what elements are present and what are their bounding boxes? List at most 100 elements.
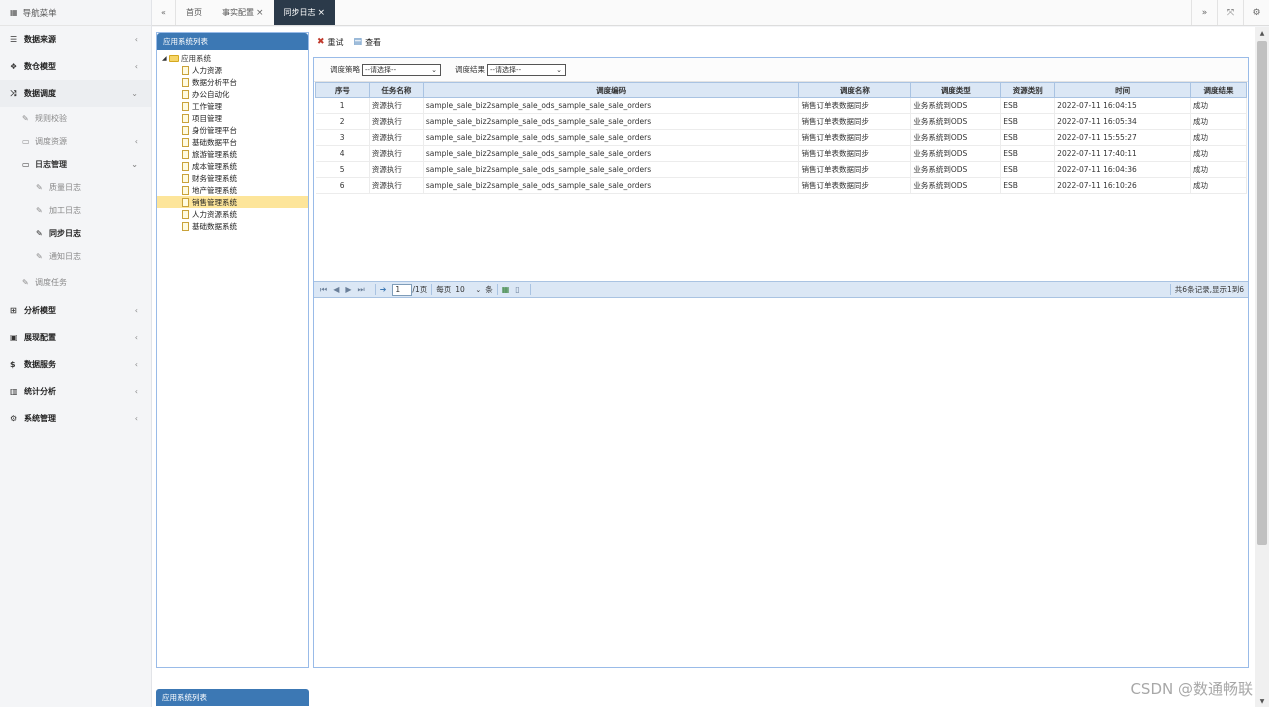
per-page-label: 每页 bbox=[436, 285, 452, 294]
sidebar-item-schedule-task[interactable]: ✎ 调度任务 bbox=[0, 268, 151, 297]
document-icon bbox=[182, 101, 189, 111]
column-header[interactable]: 资源类别 bbox=[1000, 82, 1056, 98]
triangle-down-icon[interactable]: ◢ bbox=[162, 55, 169, 62]
column-header[interactable]: 时间 bbox=[1054, 82, 1192, 98]
sidebar-item-sync-log[interactable]: ✎ 同步日志 bbox=[0, 222, 151, 245]
record-summary: 共6条记录,显示1到6 bbox=[1169, 284, 1248, 295]
tree-leaf[interactable]: 旅游管理系统 bbox=[162, 148, 308, 160]
tree-leaf[interactable]: 身份管理平台 bbox=[162, 124, 308, 136]
column-header[interactable]: 序号 bbox=[315, 82, 370, 98]
first-page-icon[interactable]: ⏮ bbox=[320, 285, 327, 295]
chevron-left-icon: ‹ bbox=[134, 360, 138, 369]
tree-leaf[interactable]: 基础数据平台 bbox=[162, 136, 308, 148]
close-icon[interactable]: × bbox=[318, 8, 326, 18]
tree-leaf-selected[interactable]: 销售管理系统 bbox=[157, 196, 308, 208]
tab-scroll-right-button[interactable]: » bbox=[1191, 0, 1217, 25]
go-arrow-icon[interactable]: ➔ bbox=[380, 285, 387, 294]
tab-home[interactable]: 首页 bbox=[176, 0, 212, 25]
folder-icon: ▭ bbox=[22, 137, 30, 146]
per-page-unit: 条 bbox=[485, 285, 493, 294]
tab-sync-log[interactable]: 同步日志 × bbox=[273, 0, 336, 25]
table-row[interactable]: 5 资源执行 sample_sale_biz2sample_sale_ods_sam… bbox=[315, 161, 1247, 178]
view-button[interactable]: ▤ 查看 bbox=[354, 37, 382, 48]
close-icon[interactable]: × bbox=[256, 8, 264, 18]
tree-root[interactable]: ◢ 应用系统 bbox=[162, 53, 308, 64]
chevron-left-icon: ‹ bbox=[134, 387, 138, 396]
table-row[interactable]: 3 资源执行 sample_sale_biz2sample_sale_ods_sam… bbox=[315, 129, 1247, 146]
cell-resource: ESB bbox=[1000, 129, 1056, 146]
fullscreen-button[interactable]: ⤧ bbox=[1217, 0, 1243, 25]
page-scrollbar[interactable]: ▲ ▼ bbox=[1255, 27, 1269, 707]
tab-fact-config[interactable]: 事实配置 × bbox=[212, 0, 274, 25]
column-header[interactable]: 调度结果 bbox=[1190, 82, 1247, 98]
document-icon bbox=[182, 161, 189, 171]
sidebar-item-analysis-model[interactable]: ⊞ 分析模型 ‹ bbox=[0, 297, 151, 324]
divider bbox=[374, 284, 376, 295]
sidebar-item-data-service[interactable]: $ 数据服务 ‹ bbox=[0, 351, 151, 378]
sidebar-item-warehouse-model[interactable]: ❖ 数仓模型 ‹ bbox=[0, 53, 151, 80]
tree-leaf[interactable]: 项目管理 bbox=[162, 112, 308, 124]
scroll-up-icon[interactable]: ▲ bbox=[1255, 27, 1269, 39]
tree-leaf[interactable]: 人力资源 bbox=[162, 64, 308, 76]
cell-type: 业务系统到ODS bbox=[910, 177, 1002, 194]
tree-leaf[interactable]: 地产管理系统 bbox=[162, 184, 308, 196]
sidebar-item-data-schedule[interactable]: ⤨ 数据调度 ⌄ bbox=[0, 80, 151, 107]
tree-leaf[interactable]: 工作管理 bbox=[162, 100, 308, 112]
table-row[interactable]: 6 资源执行 sample_sale_biz2sample_sale_ods_sam… bbox=[315, 177, 1247, 194]
sidebar-item-quality-log[interactable]: ✎ 质量日志 bbox=[0, 176, 151, 199]
toolbar: ✖ 重试 ▤ 查看 bbox=[313, 32, 1249, 52]
sidebar-item-display-config[interactable]: ▣ 展现配置 ‹ bbox=[0, 324, 151, 351]
cell-result: 成功 bbox=[1190, 145, 1247, 162]
cell-type: 业务系统到ODS bbox=[910, 113, 1002, 130]
cell-name: 销售订单表数据同步 bbox=[798, 161, 912, 178]
page-size-select[interactable]: 10 ⌄ bbox=[453, 284, 483, 296]
table-row[interactable]: 4 资源执行 sample_sale_biz2sample_sale_ods_sam… bbox=[315, 145, 1247, 162]
tree-leaf[interactable]: 数据分析平台 bbox=[162, 76, 308, 88]
document-icon bbox=[182, 125, 189, 135]
chevron-left-icon: ‹ bbox=[134, 137, 138, 146]
tree-leaf[interactable]: 基础数据系统 bbox=[162, 220, 308, 232]
last-page-icon[interactable]: ⏭ bbox=[358, 285, 365, 295]
prev-page-icon[interactable]: ◀ bbox=[333, 285, 339, 294]
sitemap-icon: ⊞ bbox=[10, 306, 17, 315]
cell-type: 业务系统到ODS bbox=[910, 129, 1002, 146]
sidebar-item-notify-log[interactable]: ✎ 通知日志 bbox=[0, 245, 151, 268]
document-icon bbox=[182, 65, 189, 75]
settings-button[interactable]: ⚙ bbox=[1243, 0, 1269, 25]
list-icon: ▤ bbox=[353, 37, 363, 47]
tree-leaf[interactable]: 财务管理系统 bbox=[162, 172, 308, 184]
double-chevron-right-icon: » bbox=[1201, 7, 1208, 18]
column-header[interactable]: 调度编码 bbox=[422, 82, 800, 98]
result-select[interactable]: --请选择-- ⌄ bbox=[487, 63, 566, 76]
cell-result: 成功 bbox=[1190, 113, 1247, 130]
page-number-input[interactable]: 1 bbox=[392, 283, 413, 296]
sidebar-item-process-log[interactable]: ✎ 加工日志 bbox=[0, 199, 151, 222]
folder-icon bbox=[169, 55, 179, 62]
next-page-icon[interactable]: ▶ bbox=[345, 285, 351, 294]
scroll-thumb[interactable] bbox=[1257, 41, 1267, 545]
table-row[interactable]: 2 资源执行 sample_sale_biz2sample_sale_ods_sam… bbox=[315, 113, 1247, 130]
sidebar-item-stat-analysis[interactable]: ▥ 统计分析 ‹ bbox=[0, 378, 151, 405]
column-header[interactable]: 调度类型 bbox=[910, 82, 1002, 98]
tab-scroll-left-button[interactable]: « bbox=[152, 0, 176, 25]
tree-leaf[interactable]: 办公自动化 bbox=[162, 88, 308, 100]
tree-leaf[interactable]: 成本管理系统 bbox=[162, 160, 308, 172]
chevron-down-icon: ⌄ bbox=[131, 89, 138, 98]
scroll-down-icon[interactable]: ▼ bbox=[1255, 695, 1269, 707]
cell-time: 2022-07-11 16:10:26 bbox=[1054, 177, 1192, 194]
column-header[interactable]: 调度名称 bbox=[798, 82, 912, 98]
retry-button[interactable]: ✖ 重试 bbox=[317, 37, 344, 48]
sidebar-item-system-manage[interactable]: ⚙ 系统管理 ‹ bbox=[0, 405, 151, 432]
sidebar-item-schedule-resource[interactable]: ▭ 调度资源 ‹ bbox=[0, 130, 151, 153]
column-header[interactable]: 任务名称 bbox=[368, 82, 424, 98]
sidebar-item-rule-check[interactable]: ✎ 规则校验 bbox=[0, 107, 151, 130]
pencil-icon: ✎ bbox=[36, 206, 43, 215]
strategy-select[interactable]: --请选择-- ⌄ bbox=[362, 63, 441, 76]
export-excel-icon[interactable]: ▦ bbox=[502, 285, 510, 294]
tree-leaf[interactable]: 人力资源系统 bbox=[162, 208, 308, 220]
table-row[interactable]: 1 资源执行 sample_sale_biz2sample_sale_ods_sam… bbox=[315, 97, 1247, 114]
export-doc-icon[interactable]: ▯ bbox=[515, 285, 519, 294]
cell-result: 成功 bbox=[1190, 97, 1247, 114]
sidebar-item-log-manage[interactable]: ▭ 日志管理 ⌄ bbox=[0, 153, 151, 176]
sidebar-item-data-source[interactable]: ☰ 数据来源 ‹ bbox=[0, 26, 151, 53]
